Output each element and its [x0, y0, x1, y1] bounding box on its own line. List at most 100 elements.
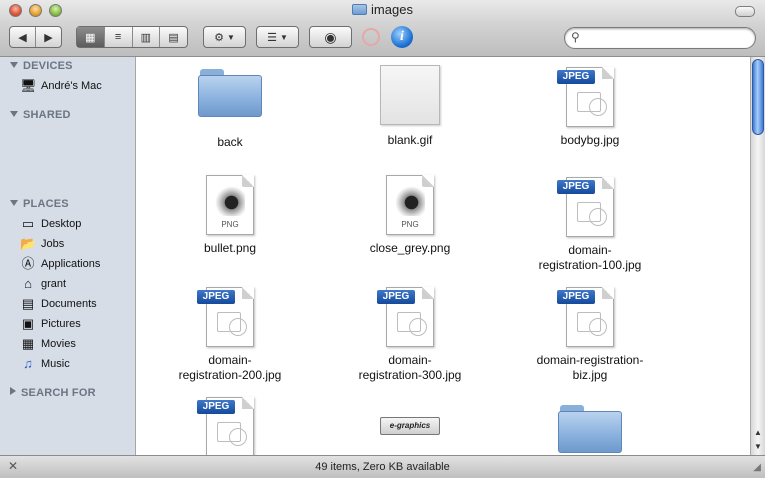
- file-label-line: domain-: [388, 353, 432, 367]
- jpeg-badge: JPEG: [197, 400, 235, 414]
- action-menu-button[interactable]: ⚙ ▼: [203, 26, 246, 48]
- gear-icon: ⚙: [214, 31, 224, 44]
- file-label-line: domain-: [568, 243, 612, 257]
- get-info-icon[interactable]: i: [391, 26, 413, 48]
- file-item-blank-gif[interactable]: blank.gif: [335, 65, 485, 148]
- file-label-line: domain-: [208, 353, 252, 367]
- music-icon: ♫: [23, 356, 33, 371]
- file-item-bodybg-jpg[interactable]: JPEG bodybg.jpg: [515, 67, 665, 148]
- file-item-domain-registration-100[interactable]: JPEG domain-registration-100.jpg: [515, 177, 665, 273]
- file-label: domain-registration-100.jpg: [515, 243, 665, 273]
- file-label: bullet.png: [203, 241, 257, 255]
- desktop-icon: ▭: [21, 216, 35, 231]
- file-label: domain-registration-200.jpg: [155, 353, 305, 383]
- disclosure-triangle-icon: [10, 111, 18, 117]
- jpeg-badge: JPEG: [557, 70, 595, 84]
- file-item-domain-registration-300[interactable]: JPEG domain-registration-300.jpg: [335, 287, 485, 383]
- status-bar: ✕ 49 items, Zero KB available ◢: [0, 455, 765, 478]
- jobs-folder-icon: 📂: [20, 236, 37, 251]
- toolbar-toggle-button[interactable]: [735, 6, 755, 17]
- forward-button[interactable]: ▶: [36, 27, 61, 47]
- chevron-down-icon: ▼: [226, 32, 235, 42]
- sidebar-section-shared[interactable]: SHARED: [10, 109, 71, 121]
- jpeg-badge: JPEG: [377, 290, 415, 304]
- finder-window: images ◀ ▶ ▦ ≡ ▥ ▤ ⚙ ▼ ☰ ▼ ◉ i ⚲ DEVICES…: [0, 0, 765, 478]
- sidebar-item-label: Applications: [41, 258, 101, 270]
- disclosure-triangle-icon: [10, 62, 18, 68]
- applications-icon: Ⓐ: [21, 256, 35, 271]
- sidebar-section-search-for[interactable]: SEARCH FOR: [10, 387, 96, 399]
- window-toolbar: images ◀ ▶ ▦ ≡ ▥ ▤ ⚙ ▼ ☰ ▼ ◉ i ⚲: [0, 0, 765, 57]
- file-item-back[interactable]: back: [155, 67, 305, 150]
- file-item-domain-registration-200[interactable]: JPEG domain-registration-200.jpg: [155, 287, 305, 383]
- file-label: back: [217, 135, 243, 149]
- file-label-line: biz.jpg: [572, 368, 608, 382]
- sidebar-item-grant[interactable]: ⌂ grant: [20, 275, 66, 293]
- chevron-down-icon: ▼: [279, 32, 288, 42]
- sidebar-section-devices[interactable]: DEVICES: [10, 60, 73, 72]
- jpeg-badge: JPEG: [557, 180, 595, 194]
- columns-icon: ▥: [140, 31, 152, 44]
- arrow-left-icon: ◀: [18, 31, 27, 44]
- file-item-folder[interactable]: [515, 403, 665, 453]
- vertical-scrollbar[interactable]: ▲ ▼: [750, 57, 765, 455]
- file-label: domain-registration-300.jpg: [335, 353, 485, 383]
- disclosure-triangle-icon: [10, 387, 16, 395]
- png-badge: PNG: [221, 220, 239, 229]
- section-title: SHARED: [23, 109, 71, 121]
- file-label-line: registration-200.jpg: [178, 368, 282, 382]
- resize-grip-icon[interactable]: ◢: [753, 462, 761, 473]
- sidebar-item-desktop[interactable]: ▭ Desktop: [20, 215, 82, 233]
- home-icon: ⌂: [24, 276, 32, 291]
- folder-icon: [352, 4, 368, 15]
- file-item-close-grey-png[interactable]: PNG close_grey.png: [335, 175, 485, 256]
- column-view-button[interactable]: ▥: [133, 27, 161, 47]
- search-icon: ⚲: [571, 30, 580, 44]
- sidebar-item-label: Pictures: [41, 318, 81, 330]
- file-label: blank.gif: [387, 133, 433, 147]
- file-label: domain-registration-biz.jpg: [515, 353, 665, 383]
- computer-icon: 🖥: [20, 78, 37, 93]
- sidebar-item-label: André's Mac: [41, 80, 102, 92]
- arrange-menu-button[interactable]: ☰ ▼: [256, 26, 299, 48]
- file-item-domain-registration-biz[interactable]: JPEG domain-registration-biz.jpg: [515, 287, 665, 383]
- coverflow-icon: ▤: [168, 31, 179, 44]
- folder-icon: [558, 403, 622, 453]
- search-input[interactable]: [587, 30, 751, 48]
- sidebar-item-movies[interactable]: ▦ Movies: [20, 335, 76, 353]
- file-item-bullet-png[interactable]: PNG bullet.png: [155, 175, 305, 256]
- arrow-right-icon: ▶: [44, 31, 53, 44]
- scroll-down-arrow-icon[interactable]: ▼: [754, 442, 762, 451]
- sidebar-item-music[interactable]: ♫ Music: [20, 355, 70, 373]
- file-label-line: registration-100.jpg: [538, 258, 642, 272]
- arrange-icon: ☰: [267, 31, 277, 44]
- sidebar-item-label: grant: [41, 278, 67, 290]
- sidebar: DEVICES 🖥 André's Mac SHARED PLACES ▭ Desk…: [0, 57, 136, 455]
- burn-icon[interactable]: [362, 28, 380, 46]
- documents-icon: ▤: [21, 296, 35, 311]
- sidebar-item-applications[interactable]: Ⓐ Applications: [20, 255, 100, 273]
- sidebar-item-pictures[interactable]: ▣ Pictures: [20, 315, 81, 333]
- sidebar-item-jobs[interactable]: 📂 Jobs: [20, 235, 64, 253]
- movies-icon: ▦: [21, 336, 35, 351]
- sidebar-item-andres-mac[interactable]: 🖥 André's Mac: [20, 77, 102, 95]
- sidebar-section-places[interactable]: PLACES: [10, 198, 69, 210]
- scroll-up-arrow-icon[interactable]: ▲: [754, 428, 762, 437]
- search-field[interactable]: ⚲: [564, 27, 756, 49]
- png-badge: PNG: [401, 220, 419, 229]
- icon-view-button[interactable]: ▦: [77, 27, 105, 47]
- back-forward-buttons: ◀ ▶: [9, 26, 62, 48]
- scrollbar-thumb[interactable]: [752, 59, 764, 135]
- sidebar-item-label: Jobs: [41, 238, 65, 250]
- sidebar-item-documents[interactable]: ▤ Documents: [20, 295, 97, 313]
- window-title: images: [0, 2, 765, 17]
- disclosure-triangle-icon: [10, 200, 18, 206]
- list-view-button[interactable]: ≡: [105, 27, 133, 47]
- folder-icon: [198, 67, 262, 117]
- file-item-logo-image[interactable]: e-graphics: [335, 397, 485, 435]
- jpeg-file-icon: JPEG: [197, 287, 254, 347]
- coverflow-view-button[interactable]: ▤: [160, 27, 187, 47]
- file-item-jpeg[interactable]: JPEG: [155, 397, 305, 455]
- quick-look-button[interactable]: ◉: [309, 26, 352, 48]
- back-button[interactable]: ◀: [10, 27, 36, 47]
